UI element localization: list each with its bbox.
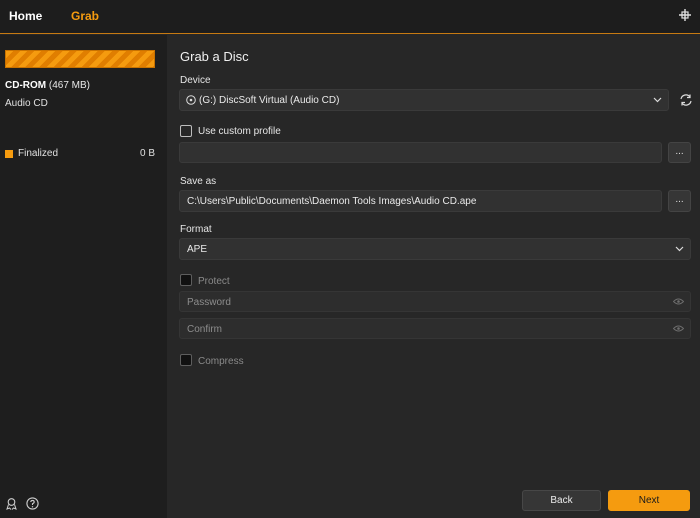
sidebar: CD-ROM (467 MB) Audio CD Finalized 0 B: [0, 35, 167, 518]
top-bar: Home Grab: [0, 0, 700, 34]
add-icon[interactable]: [678, 8, 692, 22]
eye-icon[interactable]: [673, 325, 684, 332]
page-title: Grab a Disc: [180, 49, 249, 64]
format-label: Format: [180, 224, 212, 235]
save-as-browse-button[interactable]: ...: [668, 190, 691, 212]
protect-checkbox[interactable]: [180, 274, 192, 286]
password-placeholder: Password: [187, 297, 231, 308]
protect-label: Protect: [198, 276, 230, 287]
device-label: Device: [180, 75, 211, 86]
status-color-indicator: [5, 150, 13, 158]
confirm-placeholder: Confirm: [187, 324, 223, 335]
custom-profile-field[interactable]: [179, 142, 662, 163]
save-as-field[interactable]: C:\Users\Public\Documents\Daemon Tools I…: [179, 190, 662, 212]
disc-icon: [186, 95, 196, 105]
user-badge-icon[interactable]: [5, 497, 18, 510]
next-button[interactable]: Next: [608, 490, 690, 511]
tab-home[interactable]: Home: [9, 9, 42, 23]
chevron-down-icon: [675, 246, 684, 252]
back-button[interactable]: Back: [522, 490, 601, 511]
password-field[interactable]: Password: [179, 291, 691, 312]
status-size: 0 B: [139, 148, 155, 159]
format-select[interactable]: APE: [179, 238, 691, 260]
disc-type: Audio CD: [5, 98, 48, 109]
save-as-label: Save as: [180, 176, 217, 187]
device-value: (G:) DiscSoft Virtual (Audio CD): [199, 95, 340, 106]
disc-name: CD-ROM: [5, 80, 47, 91]
format-value: APE: [187, 244, 208, 255]
help-icon[interactable]: [26, 497, 39, 510]
disc-title: CD-ROM (467 MB): [5, 80, 90, 91]
confirm-field[interactable]: Confirm: [179, 318, 691, 339]
main-panel: Grab a Disc Device (G:) DiscSoft Virtual…: [167, 35, 700, 518]
save-as-value: C:\Users\Public\Documents\Daemon Tools I…: [187, 196, 477, 207]
eye-icon[interactable]: [673, 298, 684, 305]
tab-grab[interactable]: Grab: [71, 9, 99, 23]
status-row: Finalized 0 B: [5, 147, 155, 161]
device-select[interactable]: (G:) DiscSoft Virtual (Audio CD): [179, 89, 669, 111]
disc-size: (467 MB): [48, 80, 91, 91]
compress-checkbox[interactable]: [180, 354, 192, 366]
chevron-down-icon: [653, 97, 662, 103]
compress-label: Compress: [198, 356, 244, 367]
custom-profile-label: Use custom profile: [198, 126, 281, 137]
custom-profile-browse-button[interactable]: ...: [668, 142, 691, 163]
custom-profile-checkbox[interactable]: [180, 125, 192, 137]
refresh-icon[interactable]: [679, 93, 693, 107]
status-label: Finalized: [18, 148, 59, 159]
progress-bar: [5, 50, 155, 68]
